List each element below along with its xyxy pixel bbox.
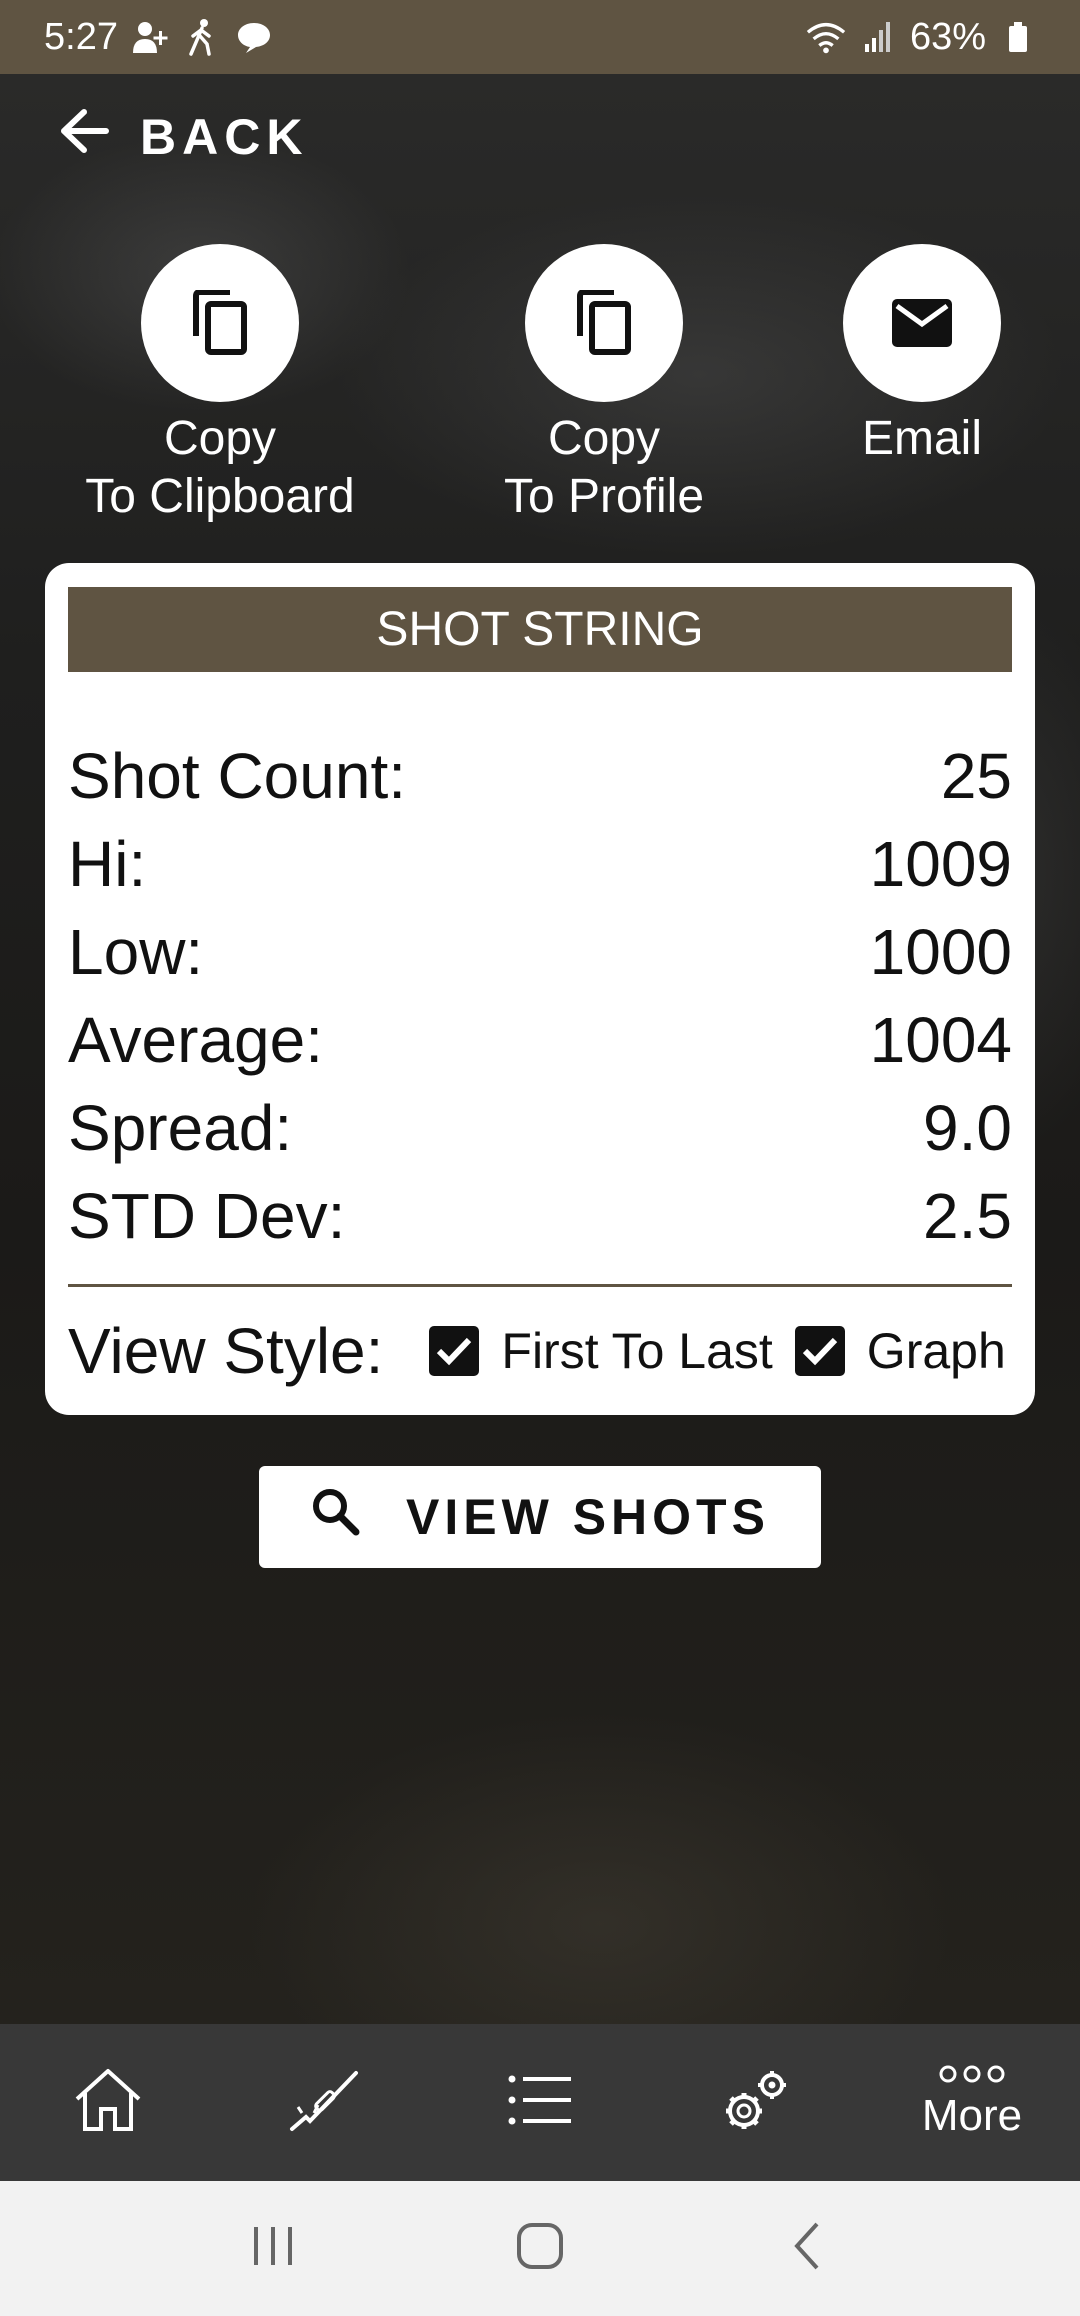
status-time: 5:27 (44, 15, 118, 58)
back-button[interactable]: BACK (60, 108, 308, 166)
copy-to-profile-button[interactable]: Copy To Profile (462, 244, 746, 526)
checkbox-checked-icon (429, 1326, 480, 1376)
stat-value: 1009 (869, 828, 1012, 900)
view-shots-label: VIEW SHOTS (406, 1489, 770, 1545)
stat-value: 25 (940, 740, 1012, 812)
graph-checkbox[interactable]: Graph (794, 1322, 1006, 1380)
copy-to-profile-line2: To Profile (503, 470, 705, 523)
stat-value: 1004 (869, 1004, 1012, 1076)
stat-row-shot-count: Shot Count: 25 (68, 732, 1012, 820)
copy-to-clipboard-button[interactable]: Copy To Clipboard (78, 244, 362, 526)
first-to-last-checkbox[interactable]: First To Last (429, 1322, 773, 1380)
search-icon (310, 1486, 360, 1548)
system-nav-bar (0, 2181, 1080, 2316)
copy-icon (525, 244, 683, 402)
email-icon (843, 244, 1001, 402)
copy-to-clipboard-line2: To Clipboard (85, 470, 355, 523)
stat-label: Low: (68, 916, 204, 988)
stat-label: Shot Count: (68, 740, 406, 812)
battery-icon (998, 17, 1038, 57)
graph-label: Graph (866, 1323, 1006, 1379)
view-style-label: View Style: (68, 1315, 384, 1387)
stat-label: Hi: (68, 828, 147, 900)
walking-icon (182, 17, 222, 57)
bottom-nav: More (0, 2024, 1080, 2181)
stat-row-low: Low: 1000 (68, 908, 1012, 996)
person-add-icon (130, 17, 170, 57)
stat-value: 9.0 (923, 1092, 1012, 1164)
email-button[interactable]: Email (843, 244, 1001, 468)
back-system-button[interactable] (747, 2199, 867, 2299)
first-to-last-label: First To Last (501, 1323, 773, 1379)
stat-row-hi: Hi: 1009 (68, 820, 1012, 908)
back-arrow-icon (791, 2221, 823, 2276)
shot-string-card: SHOT STRING Shot Count: 25 Hi: 1009 Low:… (45, 563, 1035, 1415)
rifle-icon (288, 2067, 360, 2138)
stat-label: Average: (68, 1004, 323, 1076)
chat-bubble-icon (234, 17, 274, 57)
nav-rifle[interactable] (216, 2024, 432, 2181)
email-label: Email (861, 412, 983, 465)
list-icon (507, 2073, 573, 2132)
stat-value: 1000 (869, 916, 1012, 988)
more-label: More (921, 2091, 1023, 2140)
home-icon (73, 2067, 143, 2138)
stat-value: 2.5 (923, 1180, 1012, 1252)
view-shots-button[interactable]: VIEW SHOTS (259, 1466, 821, 1568)
more-icon (939, 2064, 1005, 2089)
wifi-icon (806, 17, 846, 57)
card-title: SHOT STRING (68, 587, 1012, 672)
signal-icon (858, 17, 898, 57)
nav-settings[interactable] (648, 2024, 864, 2181)
recent-apps-icon (250, 2223, 296, 2274)
settings-gears-icon (720, 2065, 792, 2140)
copy-to-clipboard-line1: Copy (163, 412, 277, 465)
battery-percent: 63% (909, 15, 986, 58)
checkbox-checked-icon (794, 1326, 845, 1376)
back-label: BACK (140, 109, 309, 165)
stat-row-average: Average: 1004 (68, 996, 1012, 1084)
divider (68, 1284, 1012, 1287)
copy-to-profile-line1: Copy (547, 412, 661, 465)
stat-label: Spread: (68, 1092, 293, 1164)
nav-list[interactable] (432, 2024, 648, 2181)
status-bar: 5:27 63% (0, 0, 1080, 74)
stat-row-spread: Spread: 9.0 (68, 1084, 1012, 1172)
stats-list: Shot Count: 25 Hi: 1009 Low: 1000 Averag… (68, 732, 1012, 1260)
copy-icon (141, 244, 299, 402)
nav-home[interactable] (0, 2024, 216, 2181)
view-style-row: View Style: First To Last Graph (68, 1311, 1012, 1391)
nav-more[interactable]: More (864, 2024, 1080, 2181)
arrow-left-icon (60, 108, 110, 166)
home-system-button[interactable] (480, 2199, 600, 2299)
stat-row-std-dev: STD Dev: 2.5 (68, 1172, 1012, 1260)
stat-label: STD Dev: (68, 1180, 346, 1252)
recent-apps-button[interactable] (213, 2199, 333, 2299)
home-button-icon (516, 2222, 564, 2275)
